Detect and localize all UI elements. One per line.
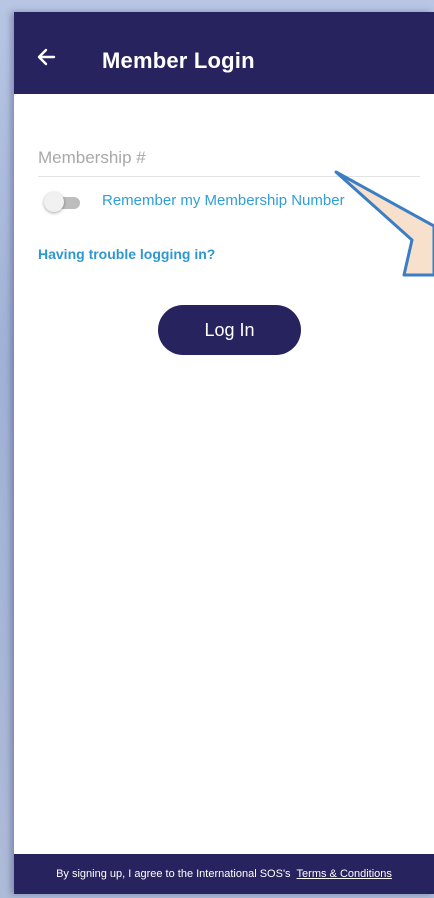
remember-membership-label[interactable]: Remember my Membership Number [102, 192, 345, 209]
toggle-knob [44, 192, 64, 212]
log-in-button[interactable]: Log In [158, 305, 301, 355]
membership-input[interactable] [38, 144, 420, 172]
trouble-logging-in-link[interactable]: Having trouble logging in? [38, 246, 215, 262]
membership-field[interactable] [38, 144, 420, 177]
page-title: Member Login [102, 48, 255, 73]
footer-bar: By signing up, I agree to the Internatio… [14, 854, 434, 894]
terms-conditions-link[interactable]: Terms & Conditions [297, 868, 392, 880]
phone-screen: Member Login Remember my Membership Numb… [14, 12, 434, 894]
footer-text: By signing up, I agree to the Internatio… [56, 868, 291, 880]
remember-toggle[interactable] [44, 192, 80, 212]
back-button[interactable] [32, 42, 62, 72]
arrow-left-icon [37, 48, 56, 66]
app-bar: Member Login [14, 12, 434, 94]
